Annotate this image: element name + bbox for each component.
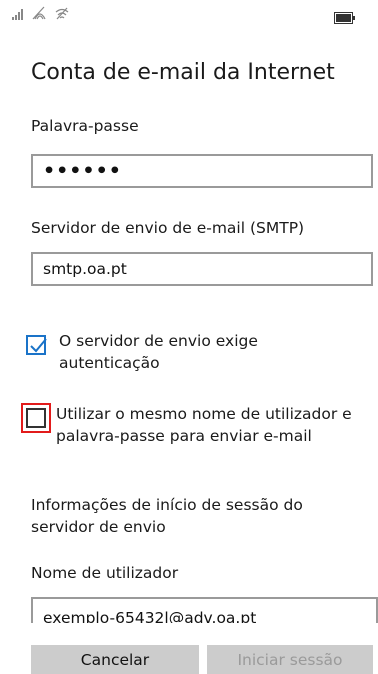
same-credentials-checkbox[interactable] bbox=[26, 408, 46, 428]
same-credentials-label: Utilizar o mesmo nome de utilizador e pa… bbox=[56, 405, 352, 445]
require-auth-row[interactable]: O servidor de envio exige autenticação bbox=[21, 330, 329, 374]
username-value: exemplo-65432l@adv.oa.pt bbox=[43, 609, 257, 623]
username-field-clip: exemplo-65432l@adv.oa.pt bbox=[31, 597, 378, 623]
password-value: •••••• bbox=[43, 160, 122, 182]
cancel-button[interactable]: Cancelar bbox=[31, 645, 199, 674]
status-bar bbox=[0, 0, 378, 30]
wifi-off-icon bbox=[54, 6, 70, 20]
password-label: Palavra-passe bbox=[31, 117, 139, 135]
page-title: Conta de e-mail da Internet bbox=[31, 60, 335, 85]
outgoing-info-heading: Informações de início de sessão do servi… bbox=[31, 496, 303, 536]
smtp-label: Servidor de envio de e-mail (SMTP) bbox=[31, 219, 305, 237]
password-field[interactable]: •••••• bbox=[31, 154, 373, 188]
require-auth-checkbox[interactable] bbox=[26, 335, 47, 355]
signal-bars-icon bbox=[12, 8, 26, 20]
checkmark-icon bbox=[30, 338, 47, 353]
wifi-icon bbox=[32, 6, 48, 20]
status-icons bbox=[12, 6, 70, 20]
same-credentials-checkbox-wrap[interactable] bbox=[21, 403, 51, 433]
require-auth-checkbox-wrap[interactable] bbox=[21, 330, 51, 360]
username-field[interactable]: exemplo-65432l@adv.oa.pt bbox=[31, 597, 378, 623]
username-label: Nome de utilizador bbox=[31, 564, 179, 582]
same-credentials-row[interactable]: Utilizar o mesmo nome de utilizador e pa… bbox=[21, 403, 376, 447]
battery-icon bbox=[334, 9, 356, 28]
bottom-app-bar: Cancelar Iniciar sessão bbox=[0, 638, 378, 674]
require-auth-label: O servidor de envio exige autenticação bbox=[59, 332, 258, 372]
smtp-server-field[interactable]: smtp.oa.pt bbox=[31, 252, 373, 286]
smtp-value: smtp.oa.pt bbox=[43, 260, 127, 278]
sign-in-button[interactable]: Iniciar sessão bbox=[207, 645, 373, 674]
